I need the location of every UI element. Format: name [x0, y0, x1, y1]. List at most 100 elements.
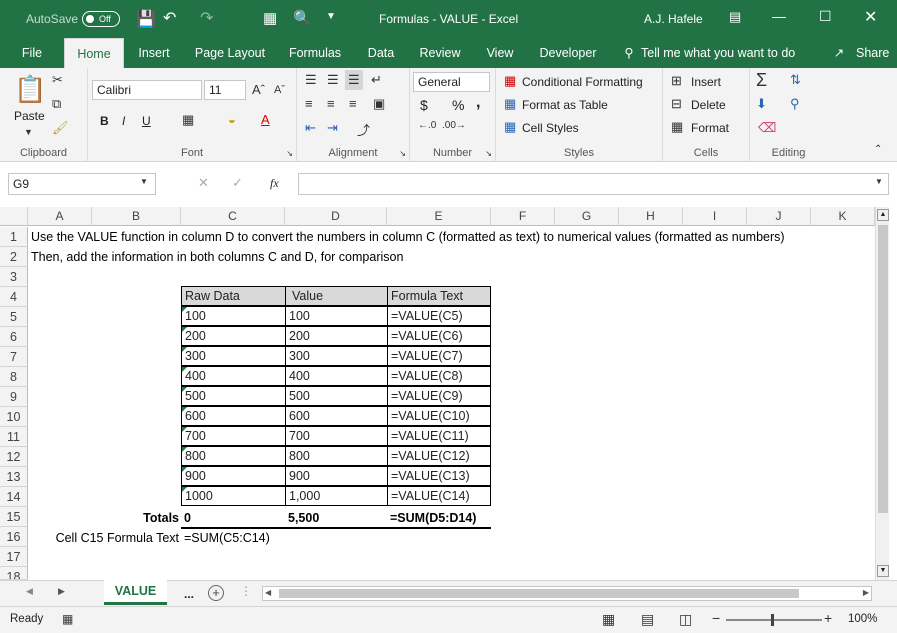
user-name[interactable]: A.J. Hafele	[644, 12, 703, 26]
column-header[interactable]: K	[811, 207, 875, 226]
form-icon[interactable]: ▦	[263, 9, 277, 27]
row-header[interactable]: 4	[0, 287, 28, 307]
cell-c14[interactable]: 1000	[181, 486, 286, 506]
delete-cells-button[interactable]: Delete	[691, 98, 726, 112]
find-select-icon[interactable]: ⚲	[790, 96, 800, 112]
cell-e10[interactable]: =VALUE(C10)	[387, 406, 491, 426]
tab-developer[interactable]: Developer	[534, 38, 602, 68]
insert-function-button[interactable]: fx	[270, 176, 279, 191]
autosave-toggle[interactable]: Off	[82, 11, 120, 27]
zoom-level[interactable]: 100%	[848, 613, 877, 625]
maximize-icon[interactable]: ☐	[819, 8, 832, 25]
cell-c11[interactable]: 700	[181, 426, 286, 446]
sheet-tab-value[interactable]: VALUE	[104, 580, 167, 605]
cell-d9[interactable]: 500	[285, 386, 388, 406]
cell-c15[interactable]: 0	[181, 508, 285, 529]
increase-indent-icon[interactable]: ⇥	[327, 120, 338, 136]
expand-formula-icon[interactable]: ▼	[875, 177, 883, 186]
cut-icon[interactable]: ✂	[52, 72, 63, 88]
macro-record-icon[interactable]: ▦	[62, 612, 73, 626]
underline-button[interactable]: U	[142, 114, 151, 128]
increase-decimal-icon[interactable]: ←.0	[418, 120, 436, 131]
scroll-right-icon[interactable]: ▶	[863, 588, 869, 597]
cell-e13[interactable]: =VALUE(C13)	[387, 466, 491, 486]
cell-e6[interactable]: =VALUE(C6)	[387, 326, 491, 346]
orientation-icon[interactable]: ⤴	[357, 120, 370, 139]
scroll-left-icon[interactable]: ◀	[265, 588, 271, 597]
copy-icon[interactable]: ⧉	[52, 96, 61, 112]
scroll-sheets-left-icon[interactable]: ◀	[26, 586, 33, 597]
cell-d5[interactable]: 100	[285, 306, 388, 326]
bold-button[interactable]: B	[100, 114, 109, 128]
font-dialog-launcher-icon[interactable]: ↘	[286, 149, 293, 158]
cell-e11[interactable]: =VALUE(C11)	[387, 426, 491, 446]
cell-e8[interactable]: =VALUE(C8)	[387, 366, 491, 386]
add-sheet-icon[interactable]: +	[208, 585, 224, 601]
cell-e5[interactable]: =VALUE(C5)	[387, 306, 491, 326]
insert-cells-button[interactable]: Insert	[691, 75, 721, 89]
cell-d13[interactable]: 900	[285, 466, 388, 486]
column-header[interactable]: B	[92, 207, 181, 226]
comma-button[interactable]: ,	[476, 94, 480, 112]
column-header[interactable]: J	[747, 207, 811, 226]
header-value[interactable]: Value	[285, 286, 388, 306]
font-color-icon[interactable]: A	[261, 112, 270, 127]
row-header[interactable]: 8	[0, 367, 28, 387]
row-header[interactable]: 13	[0, 467, 28, 487]
scroll-sheets-right-icon[interactable]: ▶	[58, 586, 65, 597]
italic-button[interactable]: I	[122, 114, 125, 128]
cell-c6[interactable]: 200	[181, 326, 286, 346]
paste-icon[interactable]: 📋	[14, 74, 46, 105]
row-header[interactable]: 5	[0, 307, 28, 327]
cell-c16[interactable]: =SUM(C5:C14)	[181, 528, 270, 548]
column-header[interactable]: F	[491, 207, 555, 226]
cell-e9[interactable]: =VALUE(C9)	[387, 386, 491, 406]
zoom-in-icon[interactable]: +	[824, 610, 832, 626]
worksheet-grid[interactable]: A B C D E F G H I J K 1 2 3 4 5 6 7 8 9 …	[0, 207, 897, 580]
row-header[interactable]: 17	[0, 547, 28, 567]
row-header[interactable]: 6	[0, 327, 28, 347]
cell-styles-button[interactable]: Cell Styles	[522, 121, 579, 135]
name-box-dropdown-icon[interactable]: ▼	[140, 177, 148, 186]
number-dialog-launcher-icon[interactable]: ↘	[485, 149, 492, 158]
row-header[interactable]: 11	[0, 427, 28, 447]
tab-splitter-icon[interactable]: ⋮	[240, 584, 252, 598]
cell-d15[interactable]: 5,500	[285, 508, 387, 529]
tab-data[interactable]: Data	[362, 38, 400, 68]
undo-icon[interactable]: ↶	[163, 8, 176, 28]
cell-e15[interactable]: =SUM(D5:D14)	[387, 508, 491, 529]
format-painter-icon[interactable]: 🖌	[52, 120, 69, 136]
fill-color-icon[interactable]: ◒	[228, 112, 236, 127]
column-header[interactable]: E	[387, 207, 491, 226]
fill-icon[interactable]: ⬇	[756, 96, 767, 112]
cell-b16-label[interactable]: Cell C15 Formula Text	[28, 528, 181, 548]
top-align-icon[interactable]: ☰	[305, 72, 317, 88]
cell-d6[interactable]: 200	[285, 326, 388, 346]
wrap-text-icon[interactable]: ↵	[371, 72, 382, 88]
cell-e14[interactable]: =VALUE(C14)	[387, 486, 491, 506]
cell-c10[interactable]: 600	[181, 406, 286, 426]
horizontal-scroll-thumb[interactable]	[279, 589, 799, 598]
vertical-scrollbar[interactable]: ▲ ▼	[875, 207, 889, 580]
enter-icon[interactable]: ✓	[232, 175, 243, 191]
row-header[interactable]: 16	[0, 527, 28, 547]
collapse-ribbon-icon[interactable]: ⌃	[874, 144, 882, 155]
merge-center-icon[interactable]: ▣	[373, 96, 385, 112]
bottom-align-icon[interactable]: ☰	[345, 70, 363, 90]
paste-dropdown-icon[interactable]: ▼	[24, 127, 33, 137]
save-icon[interactable]: 💾	[136, 9, 156, 29]
font-name-dropdown[interactable]: Calibri	[92, 80, 202, 100]
row-header[interactable]: 9	[0, 387, 28, 407]
cell-e7[interactable]: =VALUE(C7)	[387, 346, 491, 366]
decrease-font-icon[interactable]: Aˇ	[274, 84, 285, 96]
ribbon-display-icon[interactable]: ▤	[729, 9, 741, 25]
share-button[interactable]: Share	[856, 38, 889, 68]
cell-c13[interactable]: 900	[181, 466, 286, 486]
tab-view[interactable]: View	[480, 38, 520, 68]
number-format-dropdown[interactable]: General	[413, 72, 490, 92]
cell-c8[interactable]: 400	[181, 366, 286, 386]
align-left-icon[interactable]: ≡	[305, 96, 313, 111]
cell-d11[interactable]: 700	[285, 426, 388, 446]
column-header[interactable]: A	[28, 207, 92, 226]
sort-filter-icon[interactable]: ⇅	[790, 72, 801, 88]
